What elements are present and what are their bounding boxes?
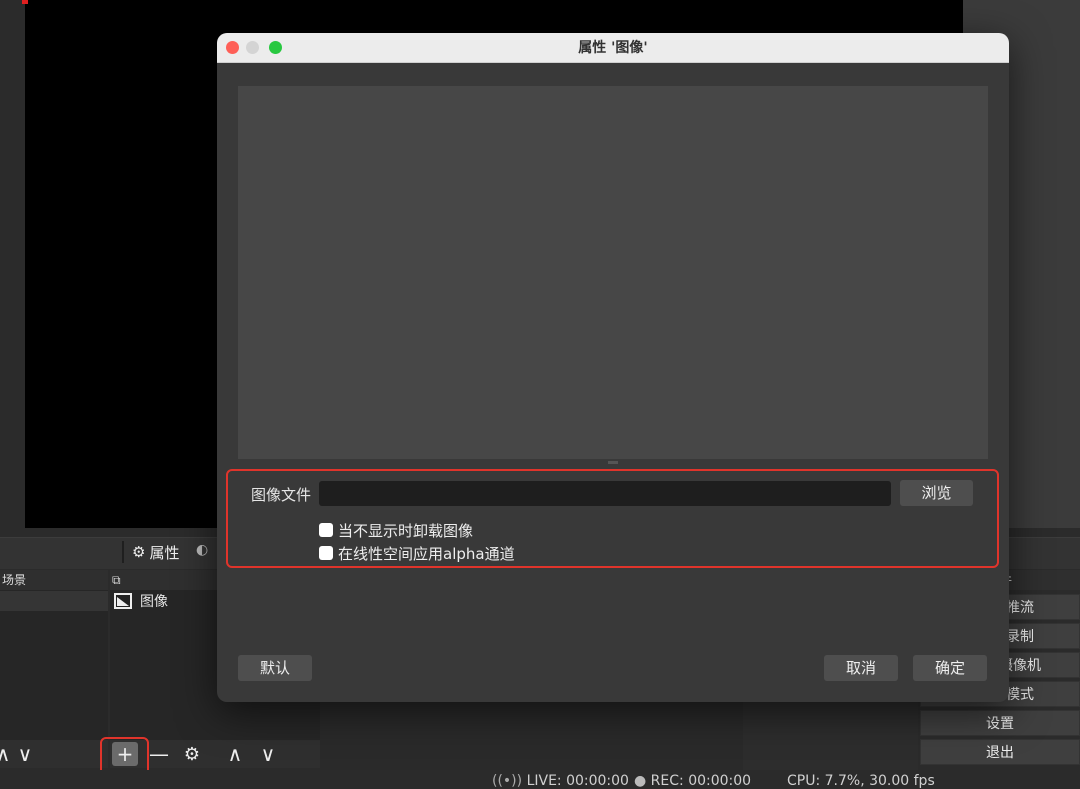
- dialog-title: 属性 '图像': [578, 40, 648, 56]
- dialog-titlebar: 属性 '图像': [217, 33, 1009, 63]
- source-item-image[interactable]: 图像: [114, 591, 168, 611]
- properties-button[interactable]: ⚙ 属性: [132, 541, 179, 563]
- gear-icon: ⚙: [132, 543, 146, 561]
- properties-dialog: 属性 '图像' 图像文件 浏览 当不显示时卸载图像 在线性空间应用alpha通道…: [217, 33, 1009, 702]
- ok-button[interactable]: 确定: [913, 655, 987, 681]
- scenes-header: 场景: [0, 570, 108, 590]
- scene-item-selected[interactable]: [0, 591, 108, 611]
- filters-icon[interactable]: ◐: [196, 542, 214, 560]
- settings-button[interactable]: 设置: [920, 710, 1080, 736]
- live-indicator: ((•)) LIVE: 00:00:00: [492, 773, 629, 789]
- rec-indicator: ● REC: 00:00:00: [634, 773, 751, 789]
- scene-up-icon[interactable]: ∧: [0, 742, 10, 766]
- record-dot-icon: ●: [634, 773, 647, 789]
- source-up-icon[interactable]: ∧: [224, 742, 246, 766]
- splitter-handle[interactable]: [608, 461, 618, 464]
- broadcast-icon: ((•)): [492, 773, 523, 789]
- linear-alpha-checkbox[interactable]: [319, 546, 333, 560]
- sources-dock-icon: ⧉: [112, 573, 121, 587]
- live-time: LIVE: 00:00:00: [526, 773, 629, 789]
- source-settings-icon[interactable]: ⚙: [180, 742, 204, 766]
- rec-time: REC: 00:00:00: [650, 773, 752, 789]
- linear-alpha-label: 在线性空间应用alpha通道: [338, 545, 515, 563]
- scenes-list[interactable]: [0, 590, 108, 740]
- preview-marker: [22, 0, 28, 4]
- image-file-label: 图像文件: [251, 486, 312, 504]
- defaults-button[interactable]: 默认: [238, 655, 312, 681]
- scene-down-icon[interactable]: ∨: [14, 742, 36, 766]
- exit-button[interactable]: 退出: [920, 739, 1080, 765]
- source-preview: [238, 86, 988, 459]
- docks-separator: [122, 541, 124, 563]
- cancel-button[interactable]: 取消: [824, 655, 898, 681]
- remove-source-icon[interactable]: —: [149, 742, 169, 766]
- image-file-input[interactable]: [319, 481, 891, 506]
- source-item-label: 图像: [140, 594, 168, 610]
- cpu-fps: CPU: 7.7%, 30.00 fps: [787, 773, 935, 789]
- browse-button[interactable]: 浏览: [900, 480, 973, 506]
- unload-checkbox[interactable]: [319, 523, 333, 537]
- source-down-icon[interactable]: ∨: [257, 742, 279, 766]
- image-icon: [114, 593, 132, 609]
- properties-label: 属性: [149, 543, 180, 562]
- unload-label: 当不显示时卸载图像: [338, 522, 474, 540]
